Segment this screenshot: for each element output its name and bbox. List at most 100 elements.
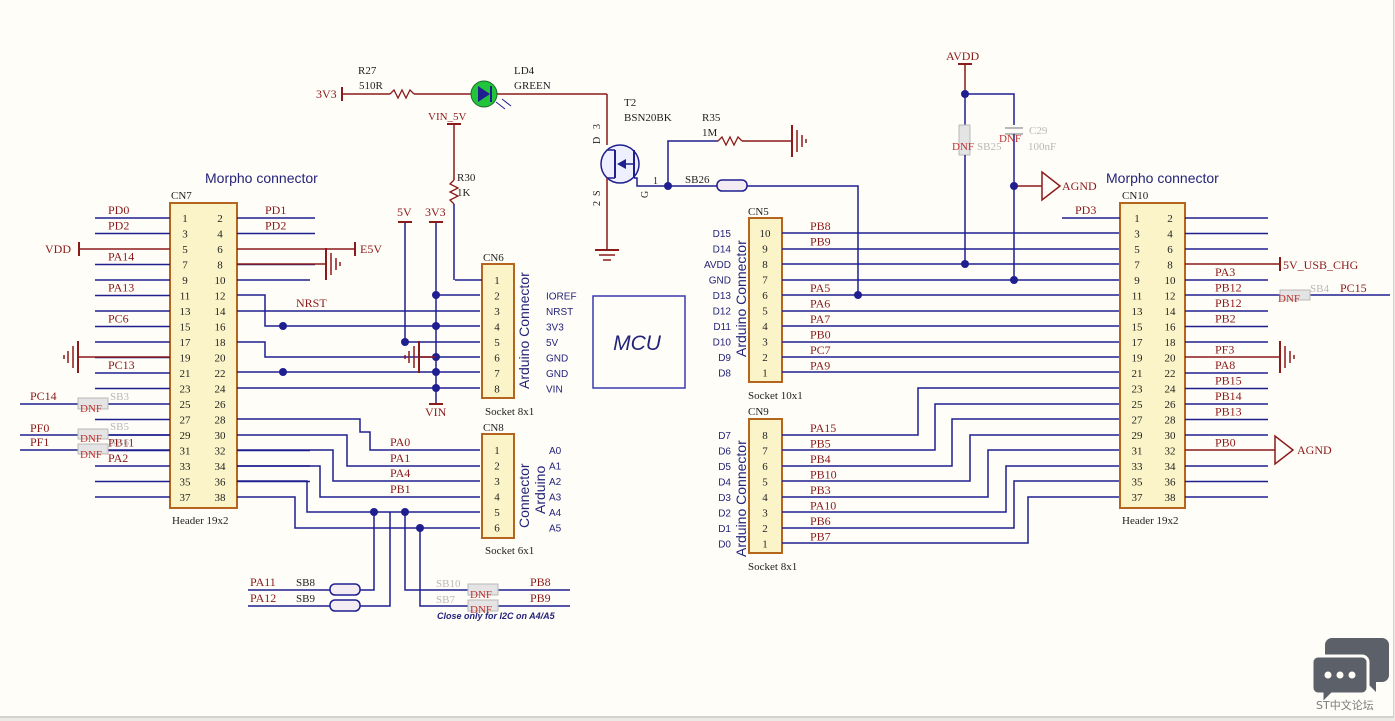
cn5-pin-number: 5 [762, 306, 768, 318]
cn9-net-label: PB10 [810, 468, 837, 482]
ld4-val: GREEN [514, 80, 551, 92]
cn8-title-b: Arduino [532, 466, 548, 514]
cn10-pin-number: 17 [1132, 337, 1144, 349]
sb25-dnf: DNF [952, 141, 974, 153]
cn8-pin-number: 5 [494, 507, 500, 519]
sb3-dnf: DNF [80, 403, 102, 415]
cn7-pin-number: 18 [215, 337, 227, 349]
cn7-net-label: PC6 [108, 312, 129, 326]
cn7-pin-number: 33 [180, 461, 192, 473]
cn10-net-label: PB13 [1215, 405, 1242, 419]
cn10-ref: CN10 [1122, 190, 1149, 202]
cn7-pin-number: 26 [215, 399, 227, 411]
net-pc15: PC15 [1340, 281, 1367, 295]
cn5-net-label: PA7 [810, 312, 830, 326]
cn7-pin-number: 37 [180, 492, 192, 504]
cn9-arduino-digital-low: CN9 8 7 6 5 4 3 2 1 Arduino Connector D7 PA15 D6 P… [718, 406, 836, 573]
resistor-r35 [717, 135, 743, 147]
cn10-footer: Header 19x2 [1122, 515, 1179, 527]
morpho-right-title: Morpho connector [1106, 170, 1219, 186]
cn9-signal-label: D2 [718, 509, 731, 520]
ground-icon [791, 124, 807, 158]
cn5-signal-label: D10 [713, 338, 732, 349]
cn8-footer: Socket 6x1 [485, 545, 534, 557]
cn10-net-label: PB0 [1215, 436, 1236, 450]
rail-3v3: 3V3 [425, 205, 446, 219]
cn7-pin-number: 28 [215, 415, 227, 427]
cn7-pin-number: 20 [215, 353, 227, 365]
sb3-label: SB3 [110, 391, 129, 403]
cn5-pin-number: 9 [762, 244, 768, 256]
cn6-signal-label: GND [546, 354, 568, 365]
t2-pin-g: G [640, 191, 651, 198]
cn5-pin-number: 2 [762, 352, 768, 364]
cn5-net-label: PA5 [810, 281, 830, 295]
net-pa4: PA4 [390, 466, 410, 480]
cn7-net-label: PD0 [108, 203, 129, 217]
cn10-pin-number: 9 [1134, 275, 1140, 287]
cn5-title: Arduino Connector [733, 240, 749, 357]
cn7-pin-number: 16 [215, 322, 227, 334]
cn10-net-label: PA3 [1215, 265, 1235, 279]
nrst-net-label: NRST [296, 296, 327, 310]
cn8-pin-number: 1 [494, 445, 500, 457]
net-pa0: PA0 [390, 435, 410, 449]
pf0-label: PF0 [30, 421, 49, 435]
junction-dots [279, 291, 440, 532]
cn10-pin-number: 36 [1165, 477, 1177, 489]
schematic-diagram: Morpho connector CN7 1 23 45 67 89 1011 1213 14… [20, 49, 1390, 621]
cn5-pin-number: 7 [762, 275, 768, 287]
cn10-net-label: PB12 [1215, 296, 1242, 310]
r30-ref: R30 [457, 172, 476, 184]
cn10-pin-number: 32 [1165, 446, 1176, 458]
agnd-bottom-label: AGND [1297, 443, 1332, 457]
cn5-footer: Socket 10x1 [748, 390, 803, 402]
c29-dnf: DNF [999, 133, 1021, 145]
cn5-signal-label: D8 [718, 369, 731, 380]
cn9-net-label: PB6 [810, 514, 831, 528]
cn5-net-label: PA9 [810, 359, 830, 373]
cn6-title: Arduino Connector [516, 272, 532, 389]
cn10-pin-number: 12 [1165, 291, 1176, 303]
t2-pin-d: D [592, 137, 603, 144]
sb6-label: SB6 [110, 437, 129, 449]
cn9-ref: CN9 [748, 406, 769, 418]
sb10-label: SB10 [436, 578, 461, 590]
cn10-pin-number: 11 [1132, 291, 1143, 303]
cn8-signal-label: A5 [549, 524, 562, 535]
cn8-arduino-analog: CN8 1 2 3 4 5 6 Connector Arduino A0 A1 A2 A3 A4 A… [481, 422, 562, 557]
cn5-pin-number: 1 [762, 368, 768, 380]
cn7-net-label: PA14 [108, 250, 134, 264]
cn8-pin-number: 6 [494, 523, 500, 535]
avdd-label: AVDD [946, 49, 979, 63]
r35-val: 1M [702, 127, 718, 139]
cn8-pin-number: 4 [494, 492, 500, 504]
t2-val: BSN20BK [624, 112, 672, 124]
cn7-net-label: PD1 [265, 203, 286, 217]
mcu-label: MCU [613, 332, 662, 355]
cn6-signal-label: IOREF [546, 292, 577, 303]
cn9-signal-label: D7 [718, 431, 731, 442]
sb9-label: SB9 [296, 593, 315, 605]
cn5-signal-label: D13 [713, 291, 732, 302]
cn7-pin-number: 29 [180, 430, 192, 442]
sb4-dnf: DNF [1278, 293, 1300, 305]
cn7-pin-number: 8 [217, 260, 223, 272]
cn9-net-label: PA10 [810, 499, 836, 513]
cn5-signal-label: GND [709, 276, 731, 287]
cn9-signal-label: D0 [718, 540, 731, 551]
cn7-pin-number: 9 [182, 275, 188, 287]
cn8-signal-label: A4 [549, 508, 562, 519]
cn5-pin-number: 8 [762, 259, 768, 271]
ground-icon [1279, 340, 1295, 374]
cn6-pin-number: 8 [494, 384, 500, 396]
t2-pin-s-num: 2 [592, 201, 603, 206]
cn9-net-label: PB5 [810, 437, 831, 451]
cn10-pin-number: 25 [1132, 399, 1144, 411]
cn7-pin-number: 27 [180, 415, 192, 427]
cn7-pin-number: 7 [182, 260, 188, 272]
cn10-pin-number: 1 [1134, 213, 1140, 225]
sb5-label: SB5 [110, 421, 129, 433]
cn5-ref: CN5 [748, 206, 769, 218]
sb10-dnf: DNF [470, 589, 492, 601]
